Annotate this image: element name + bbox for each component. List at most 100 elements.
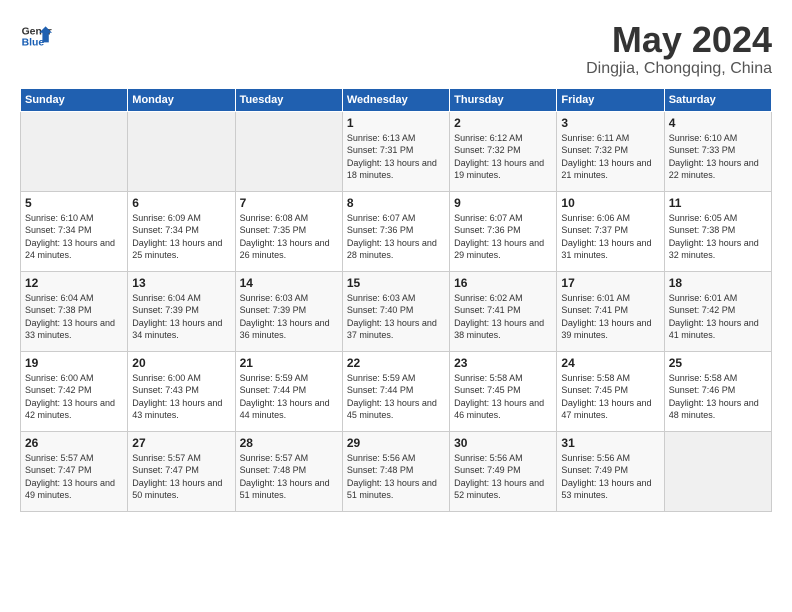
day-number: 17 [561, 276, 659, 290]
week-row-3: 19 Sunrise: 6:00 AM Sunset: 7:42 PM Dayli… [21, 351, 772, 431]
day-number: 3 [561, 116, 659, 130]
day-info: Sunrise: 6:07 AM Sunset: 7:36 PM Dayligh… [347, 212, 445, 262]
day-info: Sunrise: 6:10 AM Sunset: 7:33 PM Dayligh… [669, 132, 767, 182]
day-info: Sunrise: 6:08 AM Sunset: 7:35 PM Dayligh… [240, 212, 338, 262]
day-info: Sunrise: 6:11 AM Sunset: 7:32 PM Dayligh… [561, 132, 659, 182]
day-number: 30 [454, 436, 552, 450]
day-info: Sunrise: 6:01 AM Sunset: 7:42 PM Dayligh… [669, 292, 767, 342]
day-info: Sunrise: 6:06 AM Sunset: 7:37 PM Dayligh… [561, 212, 659, 262]
day-cell: 29 Sunrise: 5:56 AM Sunset: 7:48 PM Dayli… [342, 431, 449, 511]
day-info: Sunrise: 5:56 AM Sunset: 7:49 PM Dayligh… [561, 452, 659, 502]
day-cell [235, 111, 342, 191]
day-number: 28 [240, 436, 338, 450]
day-cell: 18 Sunrise: 6:01 AM Sunset: 7:42 PM Dayli… [664, 271, 771, 351]
day-cell: 21 Sunrise: 5:59 AM Sunset: 7:44 PM Dayli… [235, 351, 342, 431]
day-number: 9 [454, 196, 552, 210]
day-cell: 23 Sunrise: 5:58 AM Sunset: 7:45 PM Dayli… [450, 351, 557, 431]
header-cell-thursday: Thursday [450, 88, 557, 111]
day-info: Sunrise: 5:58 AM Sunset: 7:45 PM Dayligh… [454, 372, 552, 422]
day-info: Sunrise: 6:04 AM Sunset: 7:38 PM Dayligh… [25, 292, 123, 342]
day-cell: 4 Sunrise: 6:10 AM Sunset: 7:33 PM Daylig… [664, 111, 771, 191]
day-number: 21 [240, 356, 338, 370]
day-number: 8 [347, 196, 445, 210]
day-info: Sunrise: 6:05 AM Sunset: 7:38 PM Dayligh… [669, 212, 767, 262]
day-info: Sunrise: 6:01 AM Sunset: 7:41 PM Dayligh… [561, 292, 659, 342]
week-row-1: 5 Sunrise: 6:10 AM Sunset: 7:34 PM Daylig… [21, 191, 772, 271]
day-number: 26 [25, 436, 123, 450]
header-cell-monday: Monday [128, 88, 235, 111]
day-info: Sunrise: 5:59 AM Sunset: 7:44 PM Dayligh… [240, 372, 338, 422]
day-info: Sunrise: 6:00 AM Sunset: 7:42 PM Dayligh… [25, 372, 123, 422]
day-number: 13 [132, 276, 230, 290]
day-info: Sunrise: 6:03 AM Sunset: 7:39 PM Dayligh… [240, 292, 338, 342]
day-cell: 28 Sunrise: 5:57 AM Sunset: 7:48 PM Dayli… [235, 431, 342, 511]
day-cell [21, 111, 128, 191]
day-info: Sunrise: 6:03 AM Sunset: 7:40 PM Dayligh… [347, 292, 445, 342]
header-row: SundayMondayTuesdayWednesdayThursdayFrid… [21, 88, 772, 111]
day-number: 5 [25, 196, 123, 210]
day-info: Sunrise: 5:56 AM Sunset: 7:49 PM Dayligh… [454, 452, 552, 502]
day-number: 19 [25, 356, 123, 370]
day-cell: 8 Sunrise: 6:07 AM Sunset: 7:36 PM Daylig… [342, 191, 449, 271]
day-number: 15 [347, 276, 445, 290]
day-cell: 24 Sunrise: 5:58 AM Sunset: 7:45 PM Dayli… [557, 351, 664, 431]
svg-text:Blue: Blue [22, 38, 45, 49]
week-row-2: 12 Sunrise: 6:04 AM Sunset: 7:38 PM Dayli… [21, 271, 772, 351]
day-cell: 2 Sunrise: 6:12 AM Sunset: 7:32 PM Daylig… [450, 111, 557, 191]
day-number: 16 [454, 276, 552, 290]
day-info: Sunrise: 6:10 AM Sunset: 7:34 PM Dayligh… [25, 212, 123, 262]
day-cell: 17 Sunrise: 6:01 AM Sunset: 7:41 PM Dayli… [557, 271, 664, 351]
calendar-table: SundayMondayTuesdayWednesdayThursdayFrid… [20, 88, 772, 512]
calendar-header: SundayMondayTuesdayWednesdayThursdayFrid… [21, 88, 772, 111]
day-info: Sunrise: 5:58 AM Sunset: 7:45 PM Dayligh… [561, 372, 659, 422]
day-info: Sunrise: 6:09 AM Sunset: 7:34 PM Dayligh… [132, 212, 230, 262]
day-cell: 15 Sunrise: 6:03 AM Sunset: 7:40 PM Dayli… [342, 271, 449, 351]
logo: General Blue [20, 20, 52, 52]
day-cell: 30 Sunrise: 5:56 AM Sunset: 7:49 PM Dayli… [450, 431, 557, 511]
day-number: 2 [454, 116, 552, 130]
day-number: 7 [240, 196, 338, 210]
day-cell: 26Sunrise: 5:57 AM Sunset: 7:47 PM Dayli… [21, 431, 128, 511]
day-number: 22 [347, 356, 445, 370]
day-info: Sunrise: 6:02 AM Sunset: 7:41 PM Dayligh… [454, 292, 552, 342]
day-number: 24 [561, 356, 659, 370]
day-info: Sunrise: 6:13 AM Sunset: 7:31 PM Dayligh… [347, 132, 445, 182]
page-header: General Blue May 2024 Dingjia, Chongqing… [20, 20, 772, 78]
day-cell: 5 Sunrise: 6:10 AM Sunset: 7:34 PM Daylig… [21, 191, 128, 271]
day-cell: 20 Sunrise: 6:00 AM Sunset: 7:43 PM Dayli… [128, 351, 235, 431]
day-info: Sunrise: 6:00 AM Sunset: 7:43 PM Dayligh… [132, 372, 230, 422]
day-number: 20 [132, 356, 230, 370]
day-cell: 14 Sunrise: 6:03 AM Sunset: 7:39 PM Dayli… [235, 271, 342, 351]
day-info: Sunrise: 5:57 AM Sunset: 7:47 PM Dayligh… [132, 452, 230, 502]
title-block: May 2024 Dingjia, Chongqing, China [586, 20, 772, 78]
day-number: 27 [132, 436, 230, 450]
day-info: Sunrise: 5:57 AM Sunset: 7:48 PM Dayligh… [240, 452, 338, 502]
day-cell: 13Sunrise: 6:04 AM Sunset: 7:39 PM Dayli… [128, 271, 235, 351]
day-cell: 12 Sunrise: 6:04 AM Sunset: 7:38 PM Dayli… [21, 271, 128, 351]
day-info: Sunrise: 5:58 AM Sunset: 7:46 PM Dayligh… [669, 372, 767, 422]
day-number: 12 [25, 276, 123, 290]
header-cell-tuesday: Tuesday [235, 88, 342, 111]
day-cell: 3 Sunrise: 6:11 AM Sunset: 7:32 PM Daylig… [557, 111, 664, 191]
day-cell: 25Sunrise: 5:58 AM Sunset: 7:46 PM Dayli… [664, 351, 771, 431]
day-number: 29 [347, 436, 445, 450]
day-number: 23 [454, 356, 552, 370]
day-info: Sunrise: 5:59 AM Sunset: 7:44 PM Dayligh… [347, 372, 445, 422]
day-cell: 1 Sunrise: 6:13 AM Sunset: 7:31 PM Daylig… [342, 111, 449, 191]
day-number: 18 [669, 276, 767, 290]
day-info: Sunrise: 5:56 AM Sunset: 7:48 PM Dayligh… [347, 452, 445, 502]
calendar-body: 1 Sunrise: 6:13 AM Sunset: 7:31 PM Daylig… [21, 111, 772, 511]
header-cell-saturday: Saturday [664, 88, 771, 111]
week-row-0: 1 Sunrise: 6:13 AM Sunset: 7:31 PM Daylig… [21, 111, 772, 191]
day-cell: 19 Sunrise: 6:00 AM Sunset: 7:42 PM Dayli… [21, 351, 128, 431]
day-cell: 9Sunrise: 6:07 AM Sunset: 7:36 PM Daylig… [450, 191, 557, 271]
day-number: 1 [347, 116, 445, 130]
day-cell: 7 Sunrise: 6:08 AM Sunset: 7:35 PM Daylig… [235, 191, 342, 271]
day-number: 6 [132, 196, 230, 210]
day-number: 4 [669, 116, 767, 130]
day-cell [128, 111, 235, 191]
day-cell [664, 431, 771, 511]
day-info: Sunrise: 6:12 AM Sunset: 7:32 PM Dayligh… [454, 132, 552, 182]
day-number: 14 [240, 276, 338, 290]
day-cell: 22 Sunrise: 5:59 AM Sunset: 7:44 PM Dayli… [342, 351, 449, 431]
